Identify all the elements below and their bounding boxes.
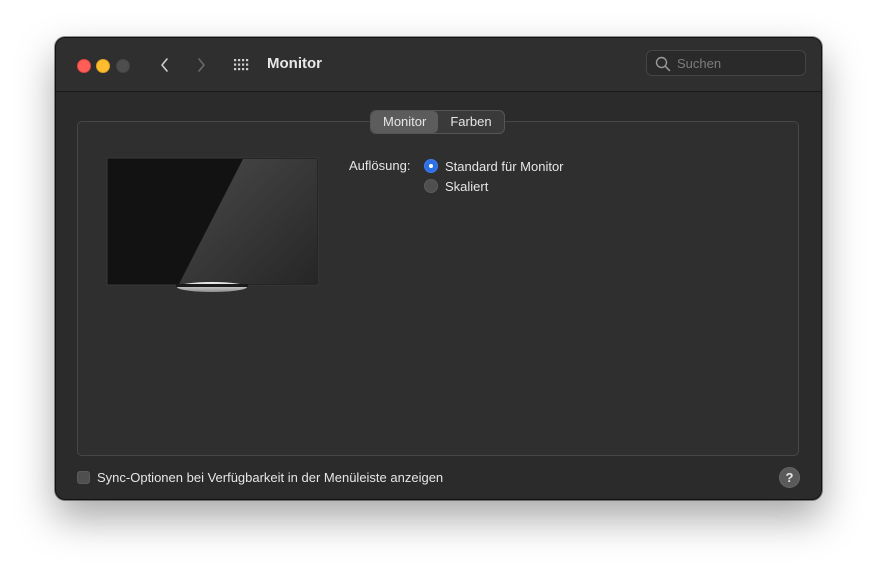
search-field[interactable]	[646, 50, 806, 76]
search-input[interactable]	[677, 54, 797, 72]
titlebar: Monitor	[56, 38, 821, 92]
sync-options-label: Sync-Optionen bei Verfügbarkeit in der M…	[97, 469, 444, 485]
radio-label-default: Standard für Monitor	[445, 158, 564, 174]
sync-options-checkbox[interactable]	[77, 470, 90, 484]
minimize-window-button[interactable]	[96, 59, 110, 73]
search-icon	[655, 56, 671, 72]
radio-label-scaled: Skaliert	[445, 178, 489, 194]
zoom-window-button[interactable]	[116, 59, 130, 73]
close-window-button[interactable]	[77, 59, 91, 73]
chevron-right-icon	[198, 58, 205, 72]
tab-monitor[interactable]: Monitor	[371, 111, 439, 133]
tab-farben[interactable]: Farben	[438, 111, 503, 133]
radio-default-for-display[interactable]: Standard für Monitor	[424, 157, 564, 175]
back-button[interactable]	[154, 54, 176, 76]
resolution-label: Auflösung:	[349, 158, 411, 173]
radio-button-selected[interactable]	[424, 159, 438, 173]
radio-scaled[interactable]: Skaliert	[424, 177, 488, 195]
tab-bar: Monitor Farben	[370, 110, 505, 134]
forward-button[interactable]	[190, 54, 212, 76]
preferences-window: Monitor Monitor Farben A	[55, 37, 822, 500]
sync-options-row[interactable]: Sync-Optionen bei Verfügbarkeit in der M…	[77, 468, 443, 486]
chevron-left-icon	[161, 58, 168, 72]
help-button[interactable]: ?	[779, 467, 800, 488]
display-image	[106, 157, 319, 292]
grid-icon	[234, 59, 249, 71]
show-all-button[interactable]	[232, 55, 252, 75]
radio-button-unselected[interactable]	[424, 179, 438, 193]
window-title: Monitor	[267, 55, 322, 72]
